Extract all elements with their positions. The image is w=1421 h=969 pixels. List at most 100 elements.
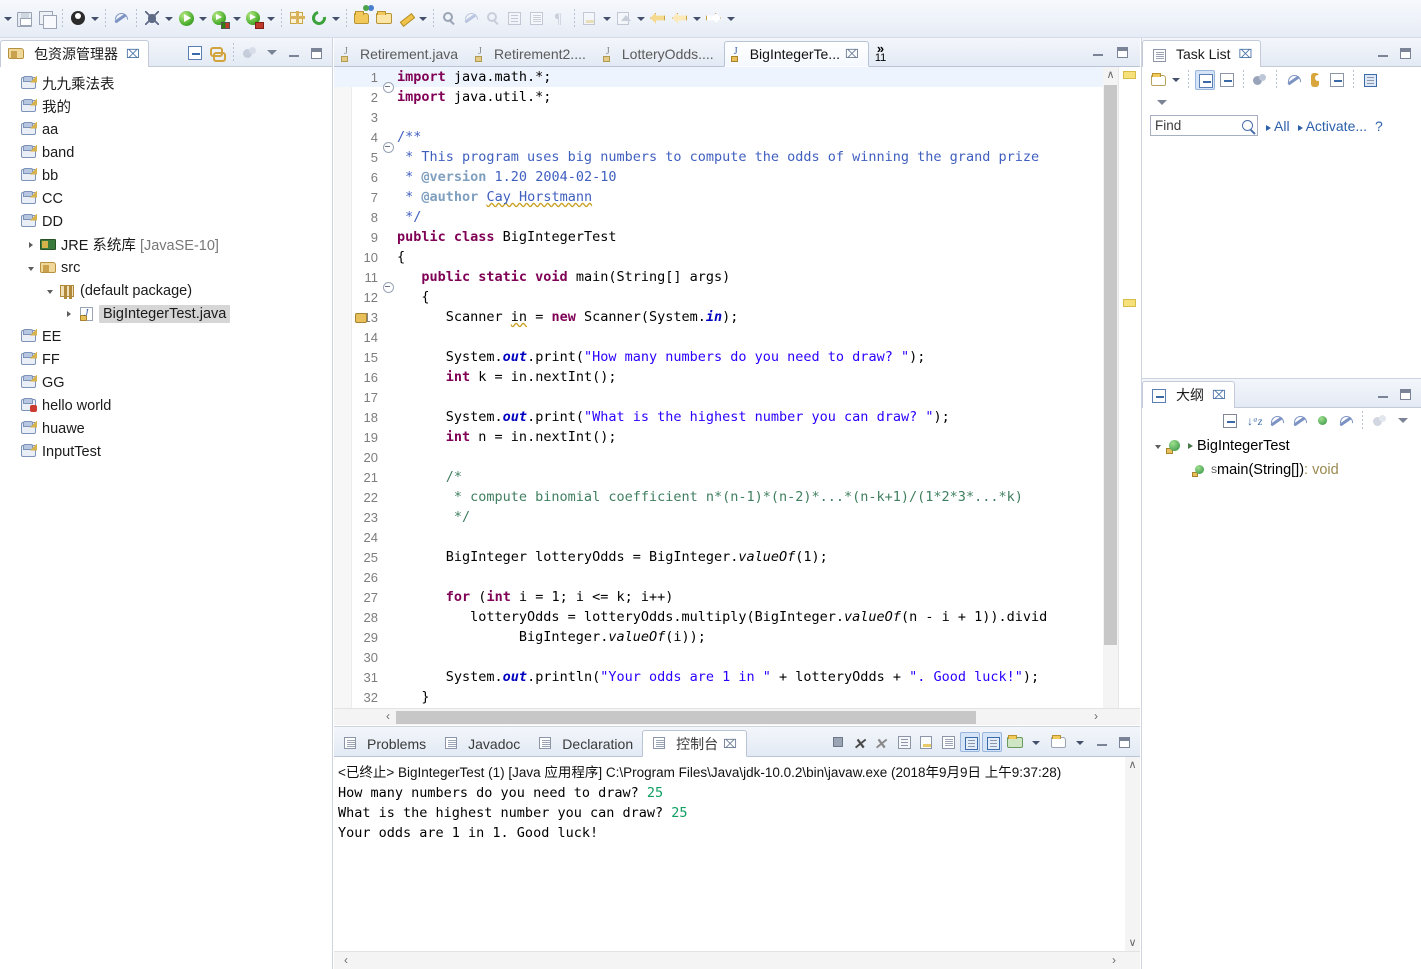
collapse-all-icon[interactable] [1220, 411, 1240, 431]
horizontal-scroll-thumb[interactable] [396, 711, 976, 724]
code-line-30[interactable]: 30 [334, 647, 1140, 667]
dropdown-arrow-icon[interactable] [725, 8, 737, 30]
help-icon[interactable]: ? [1375, 118, 1383, 134]
dropdown-arrow-icon[interactable] [1170, 69, 1182, 91]
scroll-up-arrow-icon[interactable]: ∧ [1103, 67, 1118, 84]
clear-console-icon[interactable] [894, 732, 914, 752]
skip-all-breakpoints-button[interactable] [67, 8, 89, 30]
code-line-5[interactable]: 5 * This program uses big numbers to com… [334, 147, 1140, 167]
close-icon[interactable]: ⌧ [126, 47, 140, 61]
console-tab-declaration[interactable]: Declaration [529, 730, 642, 757]
code-line-27[interactable]: 27 for (int i = 1; i <= k; i++) [334, 587, 1140, 607]
code-line-31[interactable]: 31 System.out.println("Your odds are 1 i… [334, 667, 1140, 687]
collapse-all-icon[interactable] [185, 43, 205, 63]
code-line-14[interactable]: 14 [334, 327, 1140, 347]
code-line-22[interactable]: 22 * compute binomial coefficient n*(n-1… [334, 487, 1140, 507]
show-console-on-output-icon[interactable] [938, 732, 958, 752]
minimize-icon[interactable] [284, 43, 304, 63]
code-line-16[interactable]: 16 int k = in.nextInt(); [334, 367, 1140, 387]
twisty-down-icon[interactable] [1150, 440, 1166, 452]
view-menu-icon[interactable] [1152, 93, 1172, 113]
console-tab-控制台[interactable]: 控制台 ⌧ [642, 730, 747, 757]
scroll-right-arrow-icon[interactable]: › [1106, 952, 1122, 969]
pin-console-icon[interactable] [960, 732, 980, 752]
save-all-button[interactable] [36, 8, 58, 30]
debug-dropdown-arrow-icon[interactable] [163, 8, 175, 30]
tree-item--default-package-[interactable]: (default package) [0, 279, 332, 302]
close-icon[interactable]: ⌧ [845, 47, 859, 61]
remove-launch-icon[interactable]: ✕ [850, 732, 870, 753]
tree-item-cc[interactable]: CC [0, 187, 332, 210]
new-task-icon[interactable] [1148, 70, 1168, 90]
debug-button[interactable] [141, 8, 163, 30]
dropdown-arrow-icon[interactable] [691, 8, 703, 30]
dropdown-arrow-leading-icon[interactable] [2, 8, 14, 30]
show-whitespace-icon[interactable] [526, 8, 548, 30]
dropdown-arrow-icon[interactable] [417, 8, 429, 30]
view-menu-icon[interactable] [262, 43, 282, 63]
tab-task-list[interactable]: Task List ⌧ [1142, 40, 1262, 67]
editor-horizontal-scrollbar[interactable]: ‹ › [334, 708, 1140, 725]
code-line-3[interactable]: 3 [334, 107, 1140, 127]
tree-item-ee[interactable]: EE [0, 325, 332, 348]
tree-item-aa[interactable]: aa [0, 118, 332, 141]
tree-item-bb[interactable]: bb [0, 164, 332, 187]
editor-tab-retirement-java[interactable]: Retirement.java [334, 41, 468, 67]
categorized-presentation-icon[interactable] [1195, 70, 1215, 90]
hide-nonpublic-icon[interactable] [1312, 411, 1332, 431]
run-external-tools-button[interactable] [243, 8, 265, 30]
activate-task-icon[interactable] [1305, 70, 1325, 90]
code-line-26[interactable]: 26 [334, 567, 1140, 587]
code-line-28[interactable]: 28 lotteryOdds = lotteryOdds.multiply(Bi… [334, 607, 1140, 627]
add-bookmark-button[interactable] [395, 8, 417, 30]
twisty-right-icon[interactable] [61, 308, 77, 320]
tree-item-band[interactable]: band [0, 141, 332, 164]
sync-icon[interactable] [240, 43, 260, 63]
coverage-dropdown-arrow-icon[interactable] [231, 8, 243, 30]
editor-tab-bigintegerte-[interactable]: BigIntegerTe... ⌧ [723, 41, 869, 67]
pilcrow-icon[interactable]: ¶ [548, 8, 570, 30]
restore-tasks-icon[interactable] [1360, 70, 1380, 90]
hide-static-icon[interactable] [1289, 411, 1309, 431]
console-tab-javadoc[interactable]: Javadoc [435, 730, 529, 757]
code-line-10[interactable]: 10 { [334, 247, 1140, 267]
vertical-scroll-thumb[interactable] [1104, 85, 1117, 645]
editor-tab-lotteryodds-[interactable]: LotteryOdds.... [596, 41, 724, 67]
dropdown-arrow-icon[interactable] [601, 8, 613, 30]
hide-local-types-icon[interactable] [1335, 411, 1355, 431]
code-line-6[interactable]: 6 * @version 1.20 2004-02-10 [334, 167, 1140, 187]
open-task-icon[interactable] [482, 8, 504, 30]
run-button[interactable] [175, 8, 197, 30]
console-content[interactable]: <已终止> BigIntegerTest (1) [Java 应用程序] C:\… [334, 757, 1140, 843]
dropdown-arrow-icon[interactable] [330, 8, 342, 30]
code-line-20[interactable]: 20 [334, 447, 1140, 467]
outline-node-main-string-[interactable]: S main(String[]) : void [1142, 458, 1421, 482]
remove-all-launches-icon[interactable]: ✕ [872, 732, 892, 753]
console-vertical-scrollbar[interactable]: ∧ ∨ [1125, 757, 1140, 951]
external-tools-dropdown-arrow-icon[interactable] [265, 8, 277, 30]
editor-tab-retirement2-[interactable]: Retirement2.... [468, 41, 596, 67]
search-icon[interactable] [438, 8, 460, 30]
code-line-19[interactable]: 19 int n = in.nextInt(); [334, 427, 1140, 447]
tree-item-gg[interactable]: GG [0, 371, 332, 394]
console-tab-problems[interactable]: Problems [334, 730, 435, 757]
code-line-9[interactable]: 9 public class BigIntegerTest [334, 227, 1140, 247]
minimize-icon[interactable] [1088, 42, 1108, 62]
editor-body[interactable]: 1 import java.math.*; 2 import java.util.*;… [334, 67, 1140, 725]
link-with-editor-icon[interactable] [207, 43, 227, 63]
lock-scroll-icon[interactable] [916, 732, 936, 752]
code-line-24[interactable]: 24 [334, 527, 1140, 547]
filter-all-link[interactable]: All [1266, 118, 1290, 134]
view-menu-icon[interactable] [1393, 411, 1413, 431]
back-history-icon[interactable] [669, 8, 691, 30]
filter-activate-link[interactable]: Activate... [1297, 118, 1367, 134]
code-line-7[interactable]: 7 * @author Cay Horstmann [334, 187, 1140, 207]
code-lines[interactable]: 1 import java.math.*; 2 import java.util.*;… [334, 67, 1140, 725]
search-input[interactable]: Find [1150, 115, 1258, 136]
magnifier-icon[interactable] [1242, 120, 1253, 131]
run-dropdown-arrow-icon[interactable] [197, 8, 209, 30]
editor-overview-ruler[interactable] [1118, 67, 1140, 725]
scroll-left-arrow-icon[interactable]: ‹ [338, 952, 354, 969]
tree-item-dd[interactable]: DD [0, 210, 332, 233]
editor-vertical-scrollbar[interactable]: ∧ ∨ [1103, 67, 1118, 725]
